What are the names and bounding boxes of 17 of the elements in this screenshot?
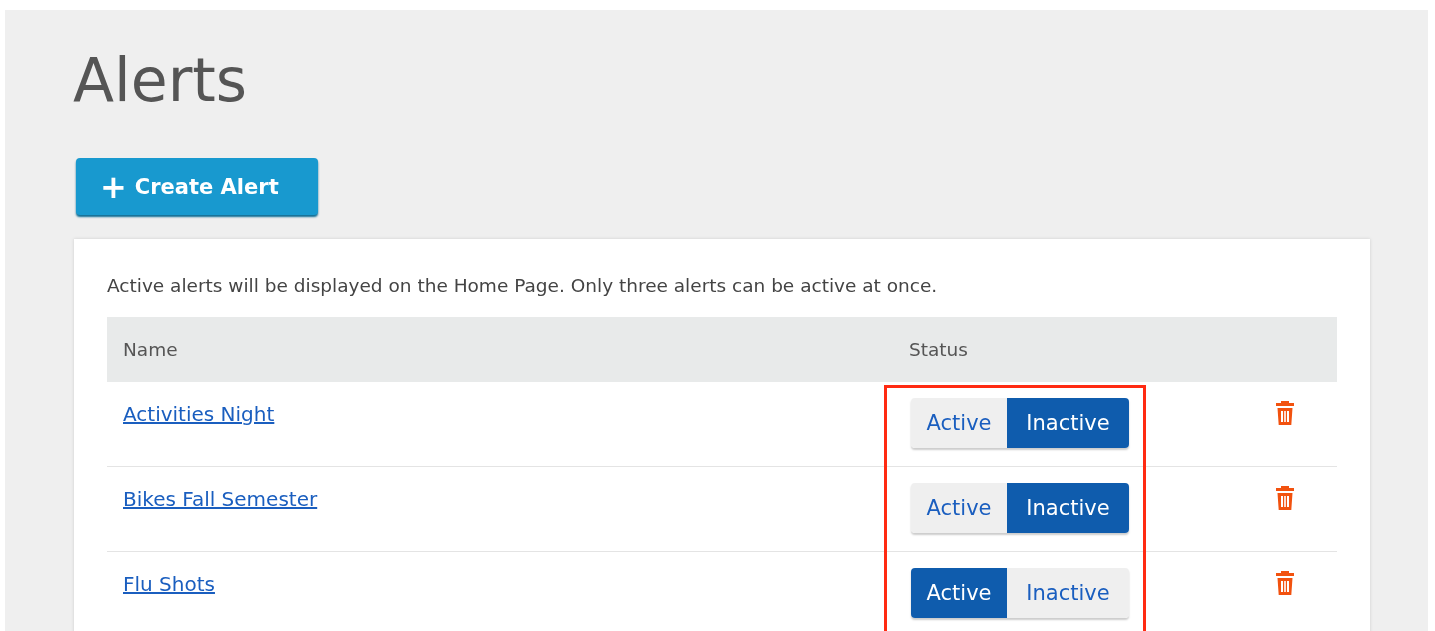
page-title: Alerts bbox=[73, 44, 249, 117]
column-header: Status bbox=[908, 339, 969, 360]
status-option[interactable]: Inactive bbox=[1007, 398, 1129, 448]
column-header: Name bbox=[122, 339, 179, 360]
status-option[interactable]: Inactive bbox=[1007, 568, 1129, 618]
status-option[interactable]: Active bbox=[911, 398, 1007, 448]
description-text: Active alerts will be displayed on the Home Page. Only three alerts can be active at once. bbox=[107, 275, 939, 296]
alert-link[interactable]: Flu Shots bbox=[123, 572, 215, 596]
trash-icon[interactable] bbox=[1275, 570, 1295, 596]
status-option[interactable]: Active bbox=[911, 483, 1007, 533]
trash-icon[interactable] bbox=[1275, 485, 1295, 511]
trash-icon[interactable] bbox=[1275, 400, 1295, 426]
alert-link[interactable]: Activities Night bbox=[123, 402, 275, 426]
status-option[interactable]: Inactive bbox=[1007, 483, 1129, 533]
create-alert-button[interactable]: + Create Alert bbox=[76, 158, 318, 215]
status-option[interactable]: Active bbox=[911, 568, 1007, 618]
alert-link[interactable]: Bikes Fall Semester bbox=[123, 487, 318, 511]
